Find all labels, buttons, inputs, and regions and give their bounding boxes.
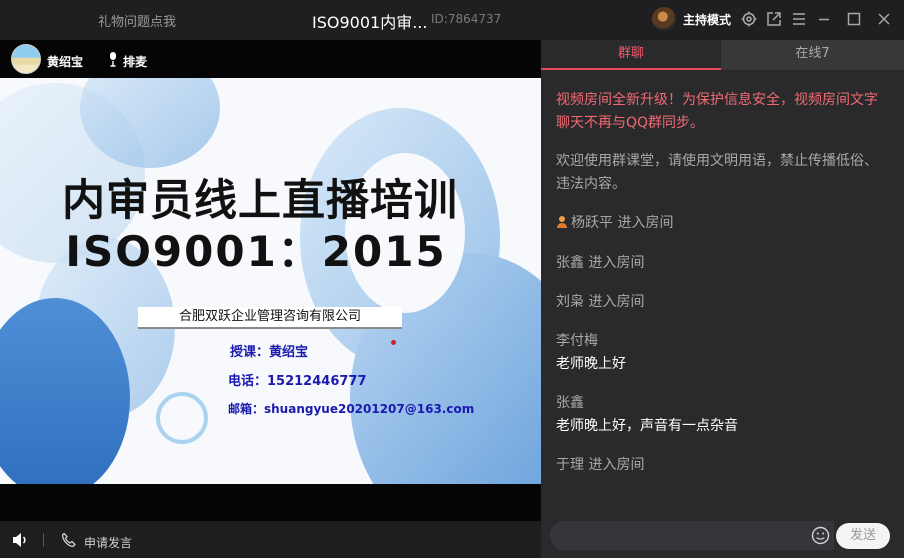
- mic-queue-button[interactable]: 排麦: [123, 53, 147, 70]
- settings-icon[interactable]: [740, 10, 758, 28]
- chat-message-text: 老师晚上好，声音有一点杂音: [556, 418, 738, 434]
- close-icon[interactable]: [875, 10, 893, 28]
- slide-email: 邮箱：shuangyue20201207@163.com: [228, 402, 475, 416]
- chat-input[interactable]: [550, 521, 834, 550]
- slide-phone: 电话：15212446777: [228, 374, 367, 389]
- slide-background-shapes: [0, 78, 541, 484]
- slide-subtitle: ISO9001：2015: [65, 227, 447, 276]
- menu-icon[interactable]: [790, 10, 808, 28]
- video-controls: 申请发言: [0, 521, 541, 558]
- title-bar: 礼物问题点我 ISO9001内审... ID:7864737 主持模式: [0, 0, 904, 40]
- maximize-icon[interactable]: [845, 10, 863, 28]
- chat-message-sender: 李付梅: [556, 333, 598, 349]
- system-notice-upgrade: 视频房间全新升级！为保护信息安全，视频房间文字聊天不再与QQ群同步。: [556, 92, 878, 131]
- video-letterbox: [0, 484, 541, 521]
- presentation-slide: 内审员线上直播培训 ISO9001：2015 合肥双跃企业管理咨询有限公司 授课…: [0, 78, 541, 484]
- volume-icon[interactable]: [11, 532, 29, 548]
- chat-message-sender: 张鑫: [556, 395, 584, 411]
- chat-event: 张鑫 进入房间: [556, 255, 645, 271]
- apply-speak-button[interactable]: 申请发言: [84, 534, 132, 551]
- tab-online-users[interactable]: 在线7: [721, 40, 904, 70]
- send-button[interactable]: 发送: [836, 523, 890, 549]
- system-notice-rules: 欢迎使用群课堂，请使用文明用语，禁止传播低俗、违法内容。: [556, 153, 878, 192]
- chat-message-text: 老师晚上好: [556, 356, 626, 372]
- classroom-window: 礼物问题点我 ISO9001内审... ID:7864737 主持模式 黄绍宝: [0, 0, 904, 558]
- chat-panel: 群聊 在线7 视频房间全新升级！为保护信息安全，视频房间文字聊天不再与QQ群同步…: [541, 40, 904, 558]
- phone-icon[interactable]: [61, 532, 77, 548]
- emoji-icon[interactable]: [811, 526, 830, 545]
- presenter-name: 黄绍宝: [47, 55, 84, 69]
- video-header: 黄绍宝 排麦: [0, 40, 541, 78]
- popout-icon[interactable]: [765, 10, 783, 28]
- slide-company: 合肥双跃企业管理咨询有限公司: [138, 307, 402, 329]
- slide-lecturer: 授课：黄绍宝: [230, 345, 309, 360]
- user-icon: [556, 213, 568, 228]
- presenter-avatar[interactable]: [11, 44, 41, 74]
- laser-pointer-dot: [391, 340, 396, 345]
- gift-help-link[interactable]: 礼物问题点我: [98, 11, 176, 30]
- chat-event: 刘枭 进入房间: [556, 294, 645, 310]
- room-id: ID:7864737: [431, 12, 502, 26]
- chat-tabs: 群聊 在线7: [541, 40, 904, 70]
- microphone-icon[interactable]: [106, 51, 120, 67]
- minimize-icon[interactable]: [815, 10, 833, 28]
- controls-divider: [43, 533, 44, 547]
- tab-group-chat[interactable]: 群聊: [541, 40, 721, 70]
- chat-event: 于理 进入房间: [556, 457, 645, 473]
- chat-event-text: 杨跃平 进入房间: [571, 215, 674, 231]
- host-mode-label[interactable]: 主持模式: [683, 11, 731, 28]
- host-avatar[interactable]: [652, 7, 676, 31]
- chat-event: 杨跃平 进入房间: [556, 212, 886, 235]
- room-title: ISO9001内审...: [312, 13, 428, 32]
